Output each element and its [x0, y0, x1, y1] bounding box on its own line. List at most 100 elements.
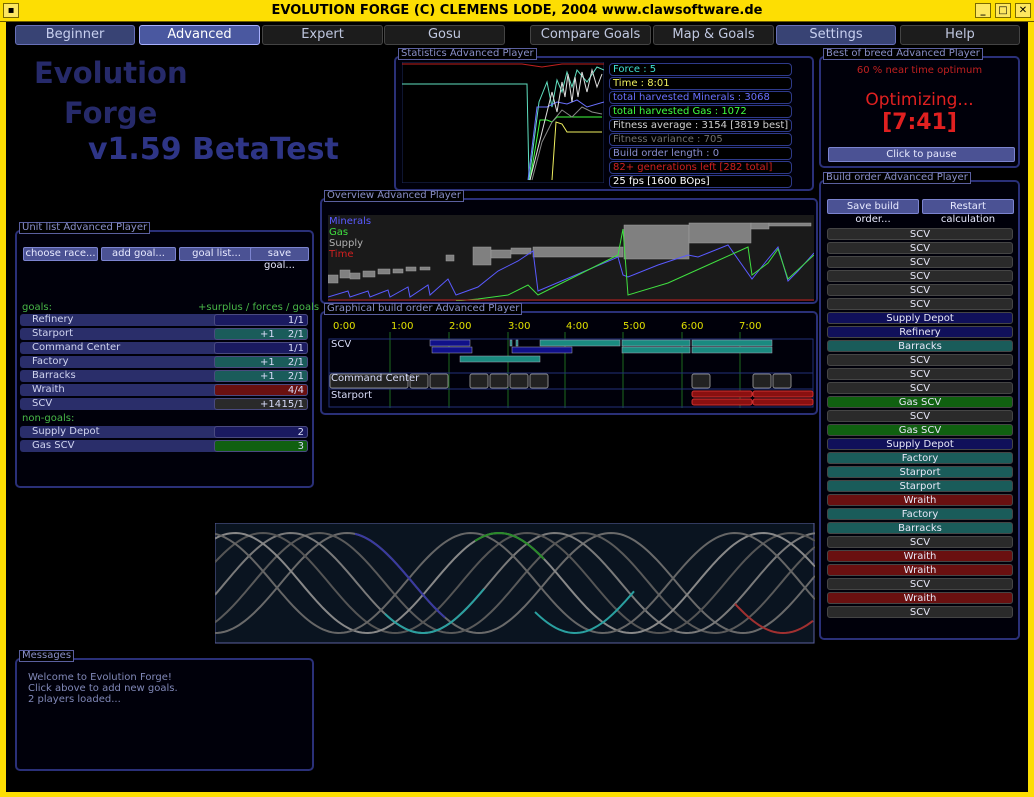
build-order-title: Build order Advanced Player	[823, 172, 971, 184]
row-label-starport: Starport	[331, 390, 373, 401]
window-menu-icon[interactable]: ▪	[3, 3, 19, 18]
best-time: [7:41]	[882, 110, 957, 135]
build-order-item[interactable]: SCV	[827, 578, 1013, 590]
logo-line-1: Evolution	[34, 56, 188, 90]
build-order-item[interactable]: SCV	[827, 256, 1013, 268]
build-order-item[interactable]: SCV	[827, 298, 1013, 310]
unit-row[interactable]: Factory +1 2/1	[20, 356, 308, 368]
save-goal-button[interactable]: save goal...	[250, 247, 309, 271]
build-order-item[interactable]: SCV	[827, 354, 1013, 366]
unit-surplus: +1	[260, 357, 275, 368]
goal-list-button[interactable]: goal list...	[179, 247, 254, 261]
unit-name: Factory	[32, 356, 69, 367]
tab-beginner[interactable]: Beginner	[15, 25, 135, 45]
unit-row[interactable]: Barracks +1 2/1	[20, 370, 308, 382]
build-order-item[interactable]: Factory	[827, 508, 1013, 520]
minimize-icon[interactable]: _	[975, 3, 991, 18]
stat-row: 25 fps [1600 BOps]	[609, 175, 792, 188]
add-goal-button[interactable]: add goal...	[101, 247, 176, 261]
tab-map-goals[interactable]: Map & Goals	[653, 25, 774, 45]
pause-button[interactable]: Click to pause	[828, 147, 1015, 162]
stat-row: total harvested Gas : 1072	[609, 105, 792, 118]
build-order-item[interactable]: SCV	[827, 284, 1013, 296]
stat-row: total harvested Minerals : 3068	[609, 91, 792, 104]
messages-list: Welcome to Evolution Forge! Click above t…	[28, 672, 178, 705]
unit-count: 3	[214, 440, 308, 452]
dna-wave-display	[215, 523, 815, 644]
overview-panel-title: Overview Advanced Player	[324, 190, 464, 202]
tab-gosu[interactable]: Gosu	[384, 25, 505, 45]
restart-calculation-button[interactable]: Restart calculation	[922, 199, 1014, 225]
unit-row[interactable]: Starport +1 2/1	[20, 328, 308, 340]
tab-expert[interactable]: Expert	[262, 25, 383, 45]
tab-settings[interactable]: Settings	[776, 25, 896, 45]
build-order-item[interactable]: Wraith	[827, 550, 1013, 562]
unit-surplus: +14	[260, 399, 282, 410]
build-order-item[interactable]: Starport	[827, 466, 1013, 478]
build-order-item[interactable]: Barracks	[827, 522, 1013, 534]
legend-gas: Gas	[329, 227, 349, 238]
tab-compare-goals[interactable]: Compare Goals	[530, 25, 651, 45]
goals-label: goals:	[22, 302, 52, 313]
time-tick: 6:00	[681, 321, 704, 332]
maximize-icon[interactable]: □	[995, 3, 1011, 18]
build-order-item[interactable]: Factory	[827, 452, 1013, 464]
window-titlebar[interactable]: ▪ EVOLUTION FORGE (C) CLEMENS LODE, 2004…	[0, 0, 1034, 22]
build-order-item[interactable]: SCV	[827, 382, 1013, 394]
messages-title: Messages	[19, 650, 75, 662]
build-order-item[interactable]: Gas SCV	[827, 396, 1013, 408]
unit-name: Wraith	[32, 384, 65, 395]
unit-count: +1 2/1	[214, 370, 308, 382]
build-order-item[interactable]: SCV	[827, 270, 1013, 282]
unit-list-title: Unit list Advanced Player	[19, 222, 151, 234]
unit-count: +1 2/1	[214, 356, 308, 368]
build-order-item[interactable]: Barracks	[827, 340, 1013, 352]
tab-advanced[interactable]: Advanced	[139, 25, 260, 45]
build-order-item[interactable]: Supply Depot	[827, 312, 1013, 324]
time-tick: 0:00	[333, 321, 356, 332]
build-order-item[interactable]: Wraith	[827, 494, 1013, 506]
unit-row[interactable]: Gas SCV 3	[20, 440, 308, 452]
legend-time: Time	[329, 249, 354, 260]
stat-row: Fitness variance : 705	[609, 133, 792, 146]
unit-row[interactable]: Supply Depot 2	[20, 426, 308, 438]
tab-help[interactable]: Help	[900, 25, 1020, 45]
unit-value: 1/1	[287, 343, 304, 354]
overview-graph	[328, 215, 814, 301]
build-order-item[interactable]: SCV	[827, 242, 1013, 254]
graphical-bo-title: Graphical build order Advanced Player	[324, 303, 523, 315]
close-icon[interactable]: ✕	[1015, 3, 1031, 18]
unit-value: 2/1	[287, 357, 304, 368]
unit-name: Command Center	[32, 342, 121, 353]
build-order-item[interactable]: SCV	[827, 228, 1013, 240]
unit-name: Refinery	[32, 314, 74, 325]
choose-race-button[interactable]: choose race...	[23, 247, 98, 261]
message-line: Welcome to Evolution Forge!	[28, 672, 172, 683]
build-order-item[interactable]: SCV	[827, 536, 1013, 548]
unit-row[interactable]: SCV +14 15/1	[20, 398, 308, 410]
build-order-item[interactable]: Wraith	[827, 592, 1013, 604]
build-order-item[interactable]: Starport	[827, 480, 1013, 492]
non-goals-label: non-goals:	[22, 413, 75, 424]
stat-row: Force : 5	[609, 63, 792, 76]
unit-row[interactable]: Command Center 1/1	[20, 342, 308, 354]
time-tick: 7:00	[739, 321, 762, 332]
unit-count: +1 2/1	[214, 328, 308, 340]
unit-name: Barracks	[32, 370, 76, 381]
unit-row[interactable]: Refinery 1/1	[20, 314, 308, 326]
near-optimum-text: 60 % near time optimum	[856, 65, 983, 76]
unit-name: Starport	[32, 328, 74, 339]
build-order-item[interactable]: SCV	[827, 368, 1013, 380]
save-build-order-button[interactable]: Save build order...	[827, 199, 919, 225]
build-order-item[interactable]: SCV	[827, 606, 1013, 618]
unit-row[interactable]: Wraith 4/4	[20, 384, 308, 396]
build-order-item[interactable]: Wraith	[827, 564, 1013, 576]
unit-name: Supply Depot	[32, 426, 100, 437]
scv-bars	[429, 339, 773, 363]
build-order-item[interactable]: Gas SCV	[827, 424, 1013, 436]
build-order-item[interactable]: Refinery	[827, 326, 1013, 338]
unit-value: 3	[297, 441, 304, 452]
build-order-item[interactable]: Supply Depot	[827, 438, 1013, 450]
build-order-item[interactable]: SCV	[827, 410, 1013, 422]
unit-count: 1/1	[214, 314, 308, 326]
